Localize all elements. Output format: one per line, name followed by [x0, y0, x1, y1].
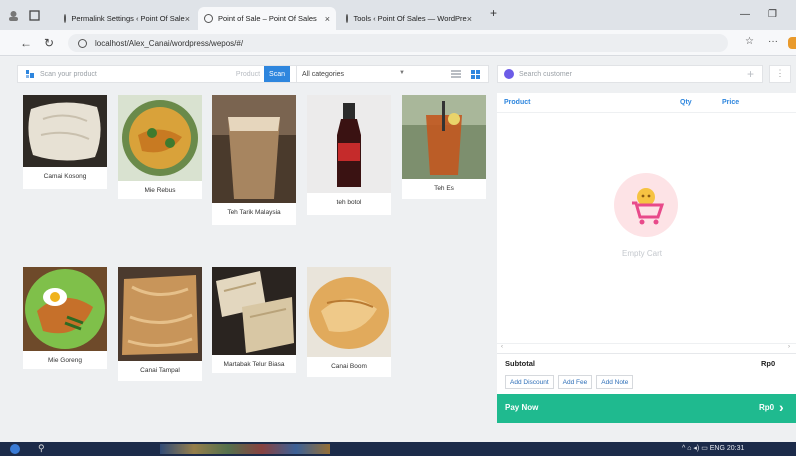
chevron-right-icon: ›: [779, 399, 784, 415]
product-mode-toggle[interactable]: Product: [236, 71, 260, 78]
minimize-icon[interactable]: —: [740, 9, 750, 20]
product-search-input[interactable]: Scan your product: [40, 71, 236, 78]
product-name: teh botol: [336, 199, 362, 206]
column-qty: Qty: [680, 99, 692, 106]
language-indicator[interactable]: ENG: [710, 445, 725, 452]
favorites-icon[interactable]: ☆: [745, 36, 754, 47]
column-price: Price: [722, 99, 740, 106]
address-bar[interactable]: localhost/Alex_Canai/wordpress/wepos/#/: [68, 34, 728, 52]
browser-menu-icon[interactable]: ···: [768, 36, 778, 47]
browser-profile-area: [8, 10, 40, 21]
customer-search-input[interactable]: Search customer: [519, 71, 747, 78]
product-image: [118, 267, 202, 361]
browser-tabbar: Permalink Settings ‹ Point Of Sale × Poi…: [0, 0, 796, 30]
product-image: [212, 95, 296, 203]
product-card[interactable]: Mie Rebus: [118, 95, 202, 199]
system-tray: ^ ⌂ ◂) ▭ ENG 20:31: [682, 444, 744, 452]
pay-now-button[interactable]: Pay Now Rp0 ›: [497, 394, 796, 423]
pay-now-label: Pay Now: [505, 403, 539, 412]
product-name: Canai Tampal: [140, 367, 180, 374]
cart-table-header: Product Qty Price: [497, 93, 796, 113]
tab-actions-icon[interactable]: [29, 10, 40, 21]
product-card[interactable]: Teh Es: [402, 95, 486, 199]
product-name: Martabak Telur Biasa: [223, 361, 285, 368]
product-card[interactable]: teh botol: [307, 95, 391, 215]
product-image: [212, 267, 296, 355]
close-icon[interactable]: ×: [325, 14, 330, 24]
scroll-left-icon[interactable]: ‹: [501, 344, 503, 350]
windows-taskbar: ⚲ ^ ⌂ ◂) ▭ ENG 20:31: [0, 442, 796, 456]
cart-extra-actions: Add Discount Add Fee Add Note: [497, 372, 796, 392]
pos-app: Scan your product Product Scan All categ…: [0, 57, 796, 442]
product-toolbar: Scan your product Product Scan All categ…: [17, 65, 489, 83]
product-image: [118, 95, 202, 181]
product-image: [23, 267, 107, 351]
list-view-icon[interactable]: [451, 70, 461, 78]
customer-search-bar: Search customer +: [497, 65, 763, 83]
add-fee-button[interactable]: Add Fee: [557, 375, 593, 389]
horizontal-scrollbar[interactable]: ‹ ›: [497, 343, 796, 351]
product-image: [307, 95, 391, 193]
globe-icon: [204, 14, 213, 23]
product-image: [307, 267, 391, 357]
url-text: localhost/Alex_Canai/wordpress/wepos/#/: [95, 38, 244, 48]
reload-icon[interactable]: ↻: [44, 36, 54, 50]
close-icon[interactable]: ×: [185, 14, 190, 24]
category-selected: All categories: [302, 70, 345, 78]
subtotal-value: Rp0: [761, 359, 776, 368]
tab-point-of-sale[interactable]: Point of Sale – Point Of Sales ×: [198, 7, 336, 30]
more-options-icon[interactable]: ⋮: [769, 65, 791, 83]
profile-icon[interactable]: [8, 10, 19, 21]
product-name: Teh Es: [434, 185, 454, 192]
globe-icon: [346, 14, 349, 23]
scroll-right-icon[interactable]: ›: [788, 344, 790, 350]
address-bar-row: ← ↻ localhost/Alex_Canai/wordpress/wepos…: [0, 30, 796, 56]
grid-view-icon[interactable]: [471, 69, 480, 79]
product-name: Teh Tarik Malaysia: [227, 209, 281, 216]
start-icon[interactable]: [10, 444, 20, 454]
tab-tools[interactable]: Tools ‹ Point Of Sales — WordPre ×: [340, 7, 478, 30]
subtotal-row: Subtotal Rp0: [497, 353, 796, 371]
product-card[interactable]: Canai Boom: [307, 267, 391, 377]
pay-now-total: Rp0: [759, 403, 775, 412]
product-card[interactable]: Teh Tarik Malaysia: [212, 95, 296, 225]
tab-permalink-settings[interactable]: Permalink Settings ‹ Point Of Sale ×: [58, 7, 196, 30]
subtotal-label: Subtotal: [505, 359, 535, 368]
add-customer-icon[interactable]: +: [747, 67, 754, 81]
product-card[interactable]: Martabak Telur Biasa: [212, 267, 296, 373]
chevron-down-icon: ▼: [399, 70, 405, 76]
product-name: Mie Rebus: [144, 187, 176, 194]
scan-button[interactable]: Scan: [264, 66, 290, 82]
empty-cart-label: Empty Cart: [622, 249, 663, 258]
new-tab-button[interactable]: +: [490, 6, 497, 20]
product-card[interactable]: Mie Goreng: [23, 267, 107, 369]
tray-icons[interactable]: ^ ⌂ ◂) ▭: [682, 445, 710, 452]
restore-icon[interactable]: ❐: [768, 9, 777, 20]
category-select[interactable]: All categories ▼: [296, 66, 411, 82]
add-note-button[interactable]: Add Note: [596, 375, 634, 389]
tab-label: Permalink Settings ‹ Point Of Sale: [71, 14, 185, 23]
search-icon[interactable]: ⚲: [38, 443, 45, 454]
column-product: Product: [504, 99, 531, 106]
clock[interactable]: 20:31: [727, 445, 745, 452]
product-card[interactable]: Canai Tampal: [118, 267, 202, 381]
close-icon[interactable]: ×: [467, 14, 472, 24]
empty-cart-icon: [614, 173, 678, 237]
add-discount-button[interactable]: Add Discount: [505, 375, 554, 389]
customer-icon: [504, 69, 514, 79]
barcode-scan-icon: [26, 70, 34, 78]
globe-icon: [64, 14, 67, 23]
back-arrow-icon[interactable]: ←: [20, 36, 32, 50]
product-image: [23, 95, 107, 167]
product-card[interactable]: Camai Kosong: [23, 95, 107, 189]
product-image: [402, 95, 486, 179]
tab-label: Point of Sale – Point Of Sales: [218, 14, 317, 23]
tab-label: Tools ‹ Point Of Sales — WordPre: [353, 14, 467, 23]
product-name: Mie Goreng: [48, 357, 82, 364]
product-name: Canai Boom: [331, 363, 367, 370]
taskbar-apps[interactable]: [160, 444, 330, 454]
extension-icon[interactable]: [788, 37, 796, 49]
product-name: Camai Kosong: [43, 173, 87, 180]
site-info-icon[interactable]: [78, 38, 87, 48]
